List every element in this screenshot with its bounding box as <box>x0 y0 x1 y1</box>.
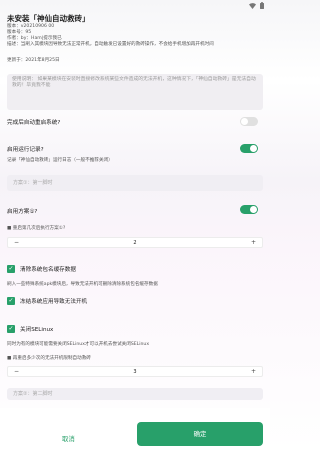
clear-cache-description: 刷入一些特殊系统apk模块后，导致无法开机可删除清除系统包名缓存数据 <box>7 282 158 287</box>
again-label: ■ 再重启多少次的无法开机限制自动救砖 <box>7 356 91 361</box>
cancel-button[interactable]: 取消 <box>62 434 75 443</box>
freeze-option[interactable]: ✓ 冻结系统应用导致无法开机 <box>7 297 87 305</box>
usage-notes: 使用说明： 如果某模块在安装时直接修改系统某些文件造成的无法开机，这种情况下，「… <box>7 74 263 110</box>
enable-log-label: 启用运行记录? <box>7 147 44 153</box>
boot-times-stepper[interactable]: − 2 + <box>7 237 263 248</box>
auto-reboot-label: 完成后自动重启系统? <box>7 120 61 126</box>
enable-log-toggle[interactable] <box>240 144 258 153</box>
again-stepper[interactable]: − 3 + <box>7 366 263 377</box>
module-title: 未安装「神仙自动救砖」 <box>7 14 90 23</box>
plan1-input[interactable]: 方案①：第一脚时 <box>7 175 263 191</box>
enable-plan-label: 启用方案①? <box>7 209 38 215</box>
checkbox-checked-icon[interactable]: ✓ <box>7 325 15 333</box>
again-value: 3 <box>133 368 137 375</box>
selinux-option[interactable]: ✓ 关闭SELinux <box>7 325 53 333</box>
plan2-input[interactable]: 方案②：第二脚时 <box>7 388 263 400</box>
boot-times-label: ■ 重启第几次后执行方案①? <box>7 226 66 231</box>
status-bar <box>0 0 270 14</box>
checkbox-checked-icon[interactable]: ✓ <box>7 297 15 305</box>
clear-cache-option[interactable]: ✓ 清除系统包名缓存数据 <box>7 265 76 273</box>
ok-button[interactable]: 确定 <box>137 422 263 446</box>
wifi-icon <box>249 2 256 9</box>
selinux-description: 同时为有的模块可能需要关闭SELinux才可以开机去尝试关闭SELinux <box>7 342 150 347</box>
plus-icon[interactable]: + <box>251 368 256 375</box>
enable-plan-toggle[interactable] <box>240 205 258 214</box>
plus-icon[interactable]: + <box>251 239 256 246</box>
dialog-footer: 取消 确定 <box>0 408 270 450</box>
boot-times-value: 2 <box>133 239 137 246</box>
checkbox-checked-icon[interactable]: ✓ <box>7 265 15 273</box>
meta-description: 描述：当刷入其模块因导致无法正常开机，自动触发已设置好的救砖操作，不会给手机增加… <box>7 42 214 47</box>
log-description: 记录「神仙自动救砖」运行日志（一般不推荐关闭） <box>7 158 113 163</box>
auto-reboot-toggle[interactable] <box>240 117 258 126</box>
battery-icon <box>260 2 264 9</box>
meta-updated: 更新于：2021年8月25日 <box>7 58 60 63</box>
